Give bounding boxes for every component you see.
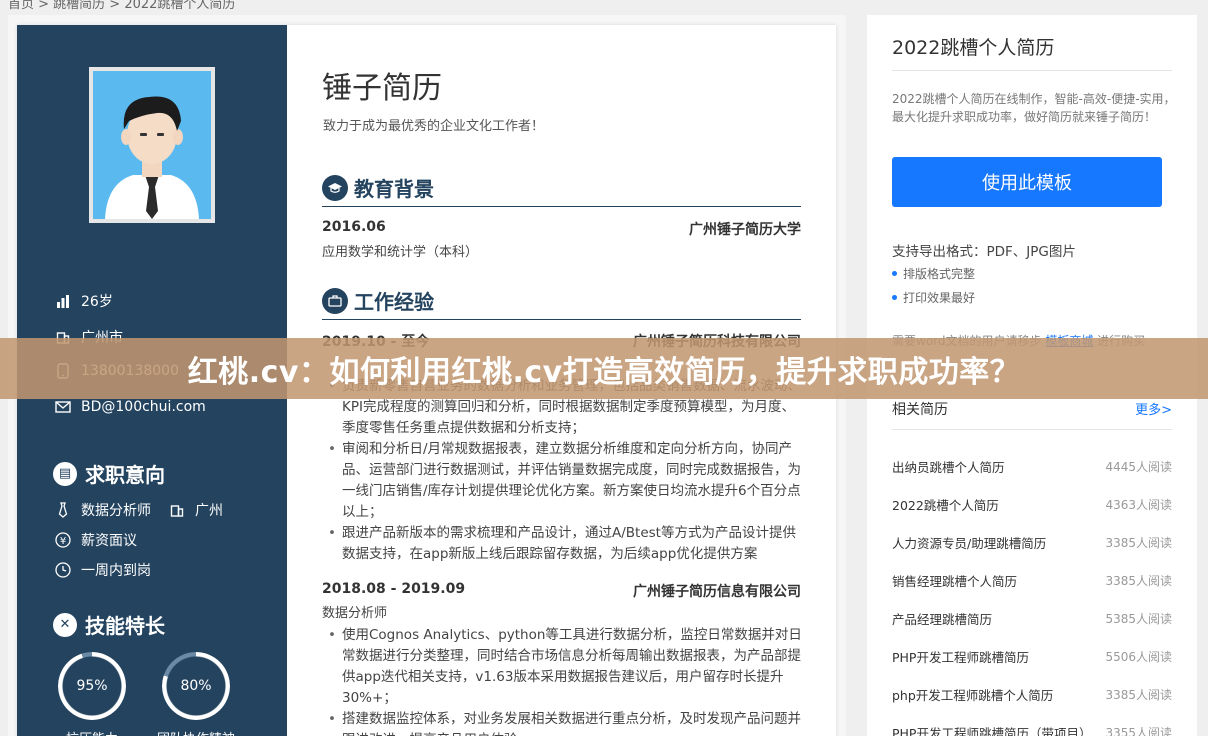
related-item[interactable]: 2022跳槽个人简历 4363人阅读: [892, 485, 1172, 523]
tools-icon: ✕: [53, 612, 77, 637]
intent-heading: ▤ 求职意向: [53, 459, 165, 488]
related-item-name[interactable]: PHP开发工程师跳槽简历: [892, 647, 1029, 666]
briefcase-icon: [322, 287, 348, 314]
template-title: 2022跳槽个人简历: [892, 37, 1055, 59]
building-icon: [169, 502, 185, 518]
skill-percent: 95%: [76, 678, 108, 694]
job-bullet: 跟进产品新版本的需求梳理和产品设计，通过A/Btest等方式为产品设计提供数据支…: [322, 523, 802, 565]
intent-salary: 薪资面议: [81, 533, 137, 549]
related-item-name[interactable]: PHP开发工程师跳槽简历（带项目）: [892, 723, 1091, 736]
feature-item: 排版格式完整: [892, 265, 975, 282]
related-item[interactable]: 出纳员跳槽个人简历 4445人阅读: [892, 447, 1172, 485]
related-item[interactable]: 产品经理跳槽简历 5385人阅读: [892, 599, 1172, 637]
related-item[interactable]: 人力资源专员/助理跳槽简历 3385人阅读: [892, 523, 1172, 561]
related-item-name[interactable]: 出纳员跳槽个人简历: [892, 457, 1005, 476]
related-item-name[interactable]: 人力资源专员/助理跳槽简历: [892, 533, 1046, 552]
tie-icon: [55, 502, 71, 518]
related-item-views: 4445人阅读: [1105, 459, 1172, 474]
bullet-dot-icon: [892, 295, 897, 300]
education-date: 2016.06: [322, 219, 386, 235]
age-row: 26岁: [55, 291, 113, 311]
job-bullets: 使用Cognos Analytics、python等工具进行数据分析，监控日常数…: [322, 625, 802, 736]
work-heading: 工作经验: [322, 286, 801, 320]
bullet-dot-icon: [892, 271, 897, 276]
use-template-button[interactable]: 使用此模板: [892, 157, 1162, 207]
more-link[interactable]: 更多>: [1135, 399, 1172, 419]
resume-motto: 致力于成为最优秀的企业文化工作者！: [323, 119, 545, 134]
bar-chart-icon: [55, 293, 71, 309]
svg-text:¥: ¥: [60, 536, 66, 547]
related-item-views: 3385人阅读: [1105, 687, 1172, 702]
education-heading: 教育背景: [322, 173, 801, 207]
related-item-name[interactable]: 2022跳槽个人简历: [892, 495, 999, 514]
related-item-name[interactable]: 销售经理跳槽个人简历: [892, 571, 1017, 590]
related-item-views: 3385人阅读: [1105, 535, 1172, 550]
title-banner: 红桃.cv：如何利用红桃.cv打造高效简历，提升求职成功率？: [0, 338, 1208, 399]
export-formats: 支持导出格式：PDF、JPG图片: [892, 244, 1076, 260]
job-bullet: 使用Cognos Analytics、python等工具进行数据分析，监控日常数…: [322, 625, 802, 709]
related-item-views: 4363人阅读: [1105, 497, 1172, 512]
resume-name: 锤子简历: [322, 71, 442, 106]
job-date: 2018.08 - 2019.09: [322, 581, 466, 597]
intent-job-row: 数据分析师 广州: [55, 500, 223, 520]
related-item-name[interactable]: php开发工程师跳槽个人简历: [892, 685, 1053, 704]
related-list: 出纳员跳槽个人简历 4445人阅读 2022跳槽个人简历 4363人阅读人力资源专员/…: [892, 447, 1172, 736]
banner-text: 红桃.cv：如何利用红桃.cv打造高效简历，提升求职成功率？: [187, 354, 1021, 390]
mail-icon: [55, 399, 71, 415]
related-item-views: 3355人阅读: [1105, 725, 1172, 736]
related-item-views: 5385人阅读: [1105, 611, 1172, 626]
related-item[interactable]: 销售经理跳槽个人简历 3385人阅读: [892, 561, 1172, 599]
education-major: 应用数学和统计学（本科）: [322, 245, 479, 260]
intent-city: 广州: [195, 503, 223, 519]
feature-item: 打印效果最好: [892, 289, 975, 306]
related-item[interactable]: PHP开发工程师跳槽简历 5506人阅读: [892, 637, 1172, 675]
education-school: 广州锤子简历大学: [689, 222, 801, 238]
related-item-views: 3385人阅读: [1105, 573, 1172, 588]
skill-percent: 80%: [180, 678, 212, 694]
job-bullet: 审阅和分析日/月常规数据报表，建立数据分析维度和定向分析方向，协同产品、运营部门…: [322, 439, 802, 523]
related-item-name[interactable]: 产品经理跳槽简历: [892, 609, 992, 628]
intent-arrival-row: 一周内到岗: [55, 560, 151, 580]
intent-arrival: 一周内到岗: [81, 563, 151, 579]
job-row: 2018.08 - 2019.09 广州锤子简历信息有限公司: [322, 581, 801, 601]
job-bullets: 负责新零售自营业务的数据分析和业务管理，包括品类销售数据、流水波动、KPI完成程…: [322, 376, 802, 565]
divider: [892, 429, 1172, 430]
age-text: 26岁: [81, 294, 113, 310]
graduation-cap-icon: [322, 174, 348, 201]
intent-job: 数据分析师: [81, 503, 151, 519]
email-row: BD@100chui.com: [55, 399, 206, 415]
job-company: 广州锤子简历信息有限公司: [633, 584, 801, 600]
related-header: 相关简历 更多>: [892, 399, 1172, 419]
related-item[interactable]: php开发工程师跳槽个人简历 3385人阅读: [892, 675, 1172, 713]
divider: [892, 70, 1172, 71]
template-description: 2022跳槽个人简历在线制作，智能-高效-便捷-实用，最大化提升求职成功率，做好…: [892, 92, 1176, 124]
skill-label: 团队协作精神: [149, 728, 243, 736]
related-item-views: 5506人阅读: [1105, 649, 1172, 664]
related-title: 相关简历: [892, 402, 948, 418]
document-icon: ▤: [53, 461, 77, 486]
email-text: BD@100chui.com: [81, 399, 206, 415]
related-item[interactable]: PHP开发工程师跳槽简历（带项目） 3355人阅读: [892, 713, 1172, 736]
job-bullet: 搭建数据监控体系，对业务发展相关数据进行重点分析，及时发现产品问题并跟进改进，提…: [322, 709, 802, 736]
yuan-icon: ¥: [55, 532, 71, 548]
skill-label: 抗压能力: [58, 728, 126, 736]
education-row: 2016.06 广州锤子简历大学: [322, 219, 801, 239]
avatar: [89, 67, 215, 223]
skills-heading: ✕ 技能特长: [53, 610, 165, 639]
intent-salary-row: ¥ 薪资面议: [55, 530, 137, 550]
breadcrumb[interactable]: 首页 > 跳槽简历 > 2022跳槽个人简历: [8, 0, 235, 12]
clock-icon: [55, 562, 71, 578]
job-role: 数据分析师: [322, 606, 388, 621]
